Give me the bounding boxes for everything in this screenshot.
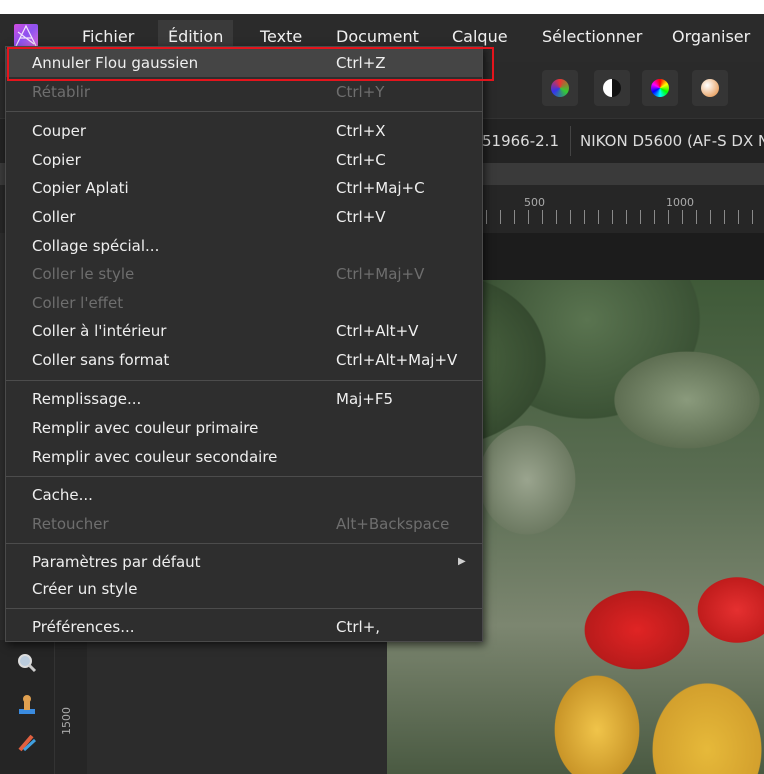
- menu-item-shortcut: Ctrl+Y: [336, 83, 385, 101]
- stamp-icon[interactable]: [14, 694, 40, 720]
- hsl-button[interactable]: [642, 70, 678, 106]
- ruler-label-500: 500: [524, 196, 545, 209]
- lens-info: 51966-2.1: [482, 132, 559, 150]
- menu-item-cache[interactable]: Cache...: [6, 481, 482, 509]
- submenu-arrow-icon: ▶: [458, 556, 466, 567]
- menu-item-coller-style: Coller le style Ctrl+Maj+V: [6, 260, 482, 288]
- menu-item-coller-interieur[interactable]: Coller à l'intérieur Ctrl+Alt+V: [6, 317, 482, 345]
- brush-icon[interactable]: [14, 732, 40, 758]
- zoom-icon[interactable]: [14, 652, 40, 678]
- menu-item-label: Copier: [32, 151, 81, 169]
- menu-item-label: Rétablir: [32, 83, 91, 101]
- menu-item-shortcut: Ctrl+Maj+C: [336, 179, 425, 197]
- menu-item-shortcut: Ctrl+V: [336, 208, 386, 226]
- menu-item-label: Coller à l'intérieur: [32, 322, 167, 340]
- vruler-label-1500: 1500: [60, 707, 73, 735]
- menu-item-label: Annuler Flou gaussien: [32, 54, 199, 72]
- menu-item-coller-effet: Coller l'effet: [6, 289, 482, 317]
- menu-item-creer-style[interactable]: Créer un style: [6, 575, 482, 603]
- menu-separator: [6, 608, 482, 609]
- menu-item-label: Coller le style: [32, 265, 135, 283]
- color-wheel-icon: [651, 79, 669, 97]
- contrast-button[interactable]: [594, 70, 630, 106]
- menu-item-shortcut: Ctrl+X: [336, 122, 386, 140]
- menu-item-label: Créer un style: [32, 580, 138, 598]
- menu-item-shortcut: Ctrl+Alt+Maj+V: [336, 351, 458, 369]
- menu-item-label: Remplir avec couleur secondaire: [32, 448, 278, 466]
- ruler-ticks: [486, 210, 764, 224]
- menu-item-copier[interactable]: Copier Ctrl+C: [6, 146, 482, 174]
- menu-item-coller[interactable]: Coller Ctrl+V: [6, 203, 482, 231]
- menu-item-retoucher: Retoucher Alt+Backspace: [6, 510, 482, 538]
- menu-organiser[interactable]: Organiser: [662, 20, 760, 54]
- menu-item-shortcut: Ctrl+C: [336, 151, 386, 169]
- menu-item-label: Remplir avec couleur primaire: [32, 419, 259, 437]
- menu-item-annuler[interactable]: Annuler Flou gaussien Ctrl+Z: [6, 49, 482, 77]
- menu-item-shortcut: Ctrl+Alt+V: [336, 322, 419, 340]
- edit-menu-dropdown: Annuler Flou gaussien Ctrl+Z Rétablir Ct…: [5, 46, 483, 642]
- menu-item-label: Coller sans format: [32, 351, 170, 369]
- menu-item-shortcut: Alt+Backspace: [336, 515, 450, 533]
- menu-item-coller-sans-format[interactable]: Coller sans format Ctrl+Alt+Maj+V: [6, 346, 482, 374]
- menu-item-label: Collage spécial...: [32, 237, 160, 255]
- menu-item-shortcut: Ctrl+Z: [336, 54, 386, 72]
- menu-item-remplir-primaire[interactable]: Remplir avec couleur primaire: [6, 414, 482, 442]
- menu-item-remplissage[interactable]: Remplissage... Maj+F5: [6, 385, 482, 413]
- menu-item-shortcut: Maj+F5: [336, 390, 394, 408]
- menu-separator: [6, 111, 482, 112]
- menu-item-remplir-secondaire[interactable]: Remplir avec couleur secondaire: [6, 443, 482, 471]
- menu-selectionner[interactable]: Sélectionner: [532, 20, 652, 54]
- menu-item-label: Remplissage...: [32, 390, 142, 408]
- affinity-photo-logo-icon[interactable]: [14, 24, 38, 48]
- menu-item-label: Coller l'effet: [32, 294, 124, 312]
- menu-item-preferences[interactable]: Préférences... Ctrl+,: [6, 613, 482, 641]
- menu-item-retablir: Rétablir Ctrl+Y: [6, 78, 482, 106]
- levels-button[interactable]: [542, 70, 578, 106]
- menu-separator: [6, 543, 482, 544]
- menu-item-parametres-defaut[interactable]: Paramètres par défaut ▶: [6, 548, 482, 576]
- menu-separator: [6, 476, 482, 477]
- white-balance-button[interactable]: [692, 70, 728, 106]
- menu-item-collage-special[interactable]: Collage spécial...: [6, 232, 482, 260]
- menu-item-shortcut: Ctrl+Maj+V: [336, 265, 425, 283]
- menu-item-label: Retoucher: [32, 515, 109, 533]
- menu-item-couper[interactable]: Couper Ctrl+X: [6, 117, 482, 145]
- camera-info: NIKON D5600 (AF-S DX N: [580, 132, 764, 150]
- menu-item-label: Couper: [32, 122, 87, 140]
- menu-item-label: Préférences...: [32, 618, 135, 636]
- info-separator: [570, 126, 571, 156]
- levels-icon: [551, 79, 569, 97]
- white-balance-icon: [701, 79, 719, 97]
- menu-item-label: Copier Aplati: [32, 179, 129, 197]
- menu-item-label: Cache...: [32, 486, 93, 504]
- menu-separator: [6, 380, 482, 381]
- menu-item-label: Coller: [32, 208, 76, 226]
- contrast-icon: [603, 79, 621, 97]
- ruler-label-1000: 1000: [666, 196, 694, 209]
- menu-item-copier-aplati[interactable]: Copier Aplati Ctrl+Maj+C: [6, 174, 482, 202]
- menu-item-shortcut: Ctrl+,: [336, 618, 381, 636]
- menu-item-label: Paramètres par défaut: [32, 553, 201, 571]
